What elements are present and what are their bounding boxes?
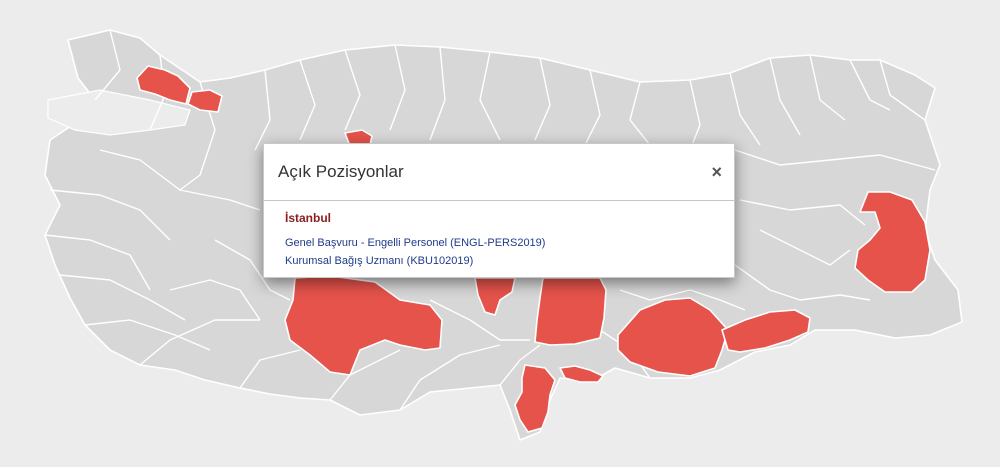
city-name: İstanbul (285, 211, 332, 225)
close-icon[interactable]: × (711, 163, 722, 181)
modal-title: Açık Pozisyonlar (278, 162, 404, 181)
position-link-engelli-personel[interactable]: Genel Başvuru - Engelli Personel (ENGL-P… (285, 234, 734, 252)
province-kahramanmaras[interactable] (534, 277, 607, 346)
position-link-kurumsal-bagis[interactable]: Kurumsal Bağış Uzmanı (KBU102019) (285, 252, 734, 270)
open-positions-modal: Açık Pozisyonlar × İstanbul Genel Başvur… (263, 143, 735, 278)
modal-body: İstanbul Genel Başvuru - Engelli Persone… (264, 201, 734, 270)
modal-header: Açık Pozisyonlar × (264, 144, 734, 201)
